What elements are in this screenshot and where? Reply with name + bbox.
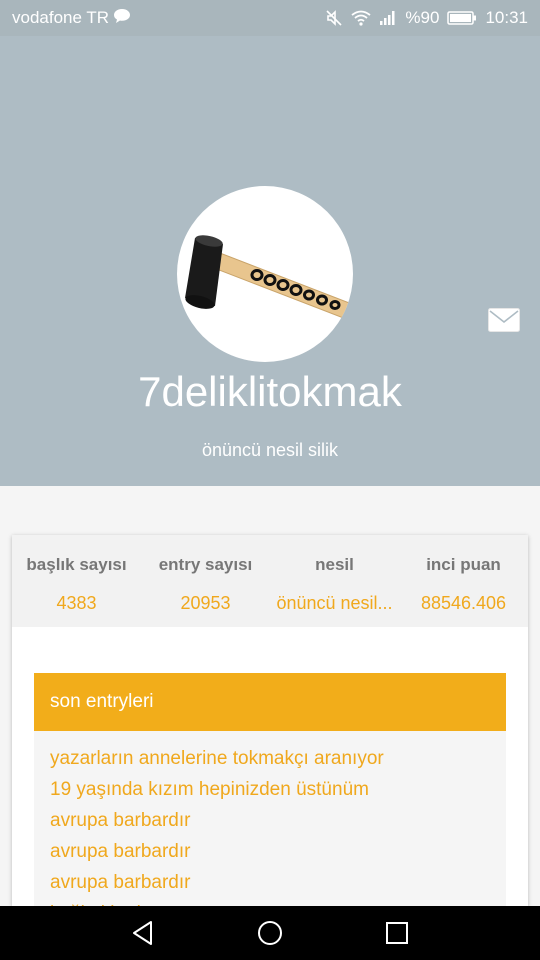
back-icon[interactable] xyxy=(123,913,163,953)
entry-link[interactable]: itoğlu itler kumpanyası xyxy=(50,898,490,906)
recent-entries-title: son entryleri xyxy=(34,673,506,731)
mail-icon[interactable] xyxy=(488,308,520,332)
entry-link[interactable]: 19 yaşında kızım hepinizden üstünüm xyxy=(50,774,490,805)
entry-link[interactable]: yazarların annelerine tokmakçı aranıyor xyxy=(50,743,490,774)
stat-titles[interactable]: başlık sayısı 4383 xyxy=(12,535,141,627)
entry-link[interactable]: avrupa barbardır xyxy=(50,836,490,867)
carrier-name: vodafone TR xyxy=(12,8,110,27)
stat-value: 88546.406 xyxy=(420,593,507,613)
clock: 10:31 xyxy=(485,8,528,27)
battery-icon xyxy=(447,10,477,26)
stat-label: nesil xyxy=(315,555,354,574)
navigation-bar xyxy=(0,906,540,960)
signal-icon xyxy=(379,10,397,26)
stat-value: 4383 xyxy=(56,593,97,613)
avatar[interactable] xyxy=(177,186,353,362)
status-right: %90 10:31 xyxy=(325,8,528,28)
username: 7deliklitokmak xyxy=(138,368,402,415)
recent-entries-section: son entryleri yazarların annelerine tokm… xyxy=(34,673,506,906)
user-subtitle: önüncü nesil silik xyxy=(201,440,339,460)
stat-label: entry sayısı xyxy=(158,555,253,574)
entry-link[interactable]: avrupa barbardır xyxy=(50,867,490,898)
stats-row: başlık sayısı 4383 entry sayısı 20953 ne… xyxy=(12,535,528,627)
stat-value: önüncü nesil... xyxy=(276,593,393,613)
status-left: vodafone TR xyxy=(12,8,131,29)
profile-card: başlık sayısı 4383 entry sayısı 20953 ne… xyxy=(12,535,528,906)
stat-label: başlık sayısı xyxy=(26,555,127,574)
stat-value: 20953 xyxy=(180,593,231,613)
entry-link[interactable]: avrupa barbardır xyxy=(50,805,490,836)
message-icon xyxy=(113,8,131,29)
mallet-avatar-image xyxy=(185,235,353,320)
battery-percent: %90 xyxy=(405,8,440,27)
profile-header: 7deliklitokmak önüncü nesil silik xyxy=(0,36,540,486)
recent-entries-list: yazarların annelerine tokmakçı aranıyor … xyxy=(34,731,506,906)
recents-icon[interactable] xyxy=(377,913,417,953)
wifi-icon xyxy=(351,10,371,26)
home-icon[interactable] xyxy=(250,913,290,953)
stat-entries[interactable]: entry sayısı 20953 xyxy=(141,535,270,627)
stat-generation[interactable]: nesil önüncü nesil... xyxy=(270,535,399,627)
stat-label: inci puan xyxy=(426,555,501,574)
status-bar: vodafone TR %90 10:31 xyxy=(0,0,540,36)
stat-points[interactable]: inci puan 88546.406 xyxy=(399,535,528,627)
mute-icon xyxy=(325,9,343,27)
